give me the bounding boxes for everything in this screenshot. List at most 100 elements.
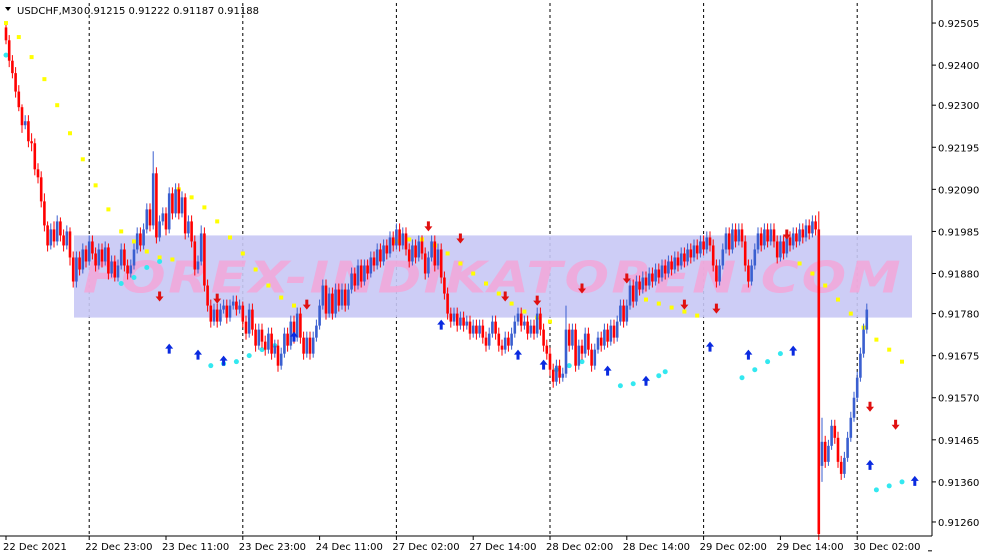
candle: [481, 319, 485, 344]
candle-body: [193, 241, 197, 270]
buy-arrow-icon: [642, 375, 650, 386]
upper-dot: [407, 237, 412, 242]
candle-body: [545, 345, 549, 354]
candle-body: [155, 173, 158, 238]
price-tick-label: 0.92300: [938, 101, 979, 112]
buy-arrow-icon: [910, 475, 919, 486]
candle-body: [788, 237, 792, 246]
lower-dot: [752, 367, 758, 373]
candle: [561, 367, 565, 382]
lower-dot: [118, 281, 124, 287]
upper-dot: [55, 103, 60, 108]
candle: [811, 215, 814, 238]
candle: [39, 171, 43, 208]
candle-body: [116, 265, 120, 278]
candle-body: [254, 329, 257, 346]
upper-dot: [445, 251, 450, 256]
price-tick-label: 0.91675: [938, 352, 979, 363]
lower-dot: [873, 487, 879, 493]
candle-body: [612, 325, 616, 338]
time-tick-label: 22 Dec 23:00: [85, 542, 152, 553]
candle-body: [465, 321, 469, 326]
candle: [820, 417, 824, 482]
sell-arrow-icon: [891, 419, 900, 430]
candle-body: [62, 235, 65, 246]
buy-arrow-icon: [789, 345, 798, 356]
candle-body: [539, 313, 542, 330]
buy-arrow-icon: [437, 319, 446, 330]
candle-body: [39, 177, 43, 202]
candle-body: [455, 313, 459, 326]
chart-window[interactable]: FOREX-INDIKATOREN.COM 0.92505 0.92400 0.92…: [0, 0, 987, 555]
upper-dot: [836, 297, 840, 302]
upper-dot: [16, 35, 21, 40]
candle-body: [593, 349, 597, 366]
candle-body: [49, 229, 53, 246]
candle-body: [494, 321, 497, 334]
upper-dot: [4, 21, 8, 26]
candle: [180, 191, 184, 218]
candle-body: [55, 221, 59, 242]
candle-body: [334, 289, 337, 314]
quote-values: 0.91215 0.91222 0.91187 0.91188: [84, 6, 259, 17]
candle-body: [52, 229, 56, 242]
price-tick-label: 0.92505: [938, 19, 979, 30]
candle: [244, 315, 248, 340]
candle-body: [417, 241, 421, 258]
symbol-label: USDCHF,M30: [17, 6, 83, 17]
candle-body: [683, 253, 686, 262]
upper-dot: [42, 77, 47, 82]
candle: [545, 339, 549, 360]
candle-body: [727, 233, 731, 250]
candle-body: [14, 73, 17, 92]
candle: [827, 439, 830, 466]
candle-body: [846, 437, 849, 458]
candle: [567, 323, 571, 352]
candle-body: [817, 229, 821, 534]
candle-body: [142, 229, 145, 246]
candle-body: [411, 245, 414, 262]
candle: [148, 203, 152, 232]
candle-body: [251, 309, 254, 330]
candle-body: [686, 249, 689, 262]
candle-body: [523, 321, 526, 326]
candle-body: [244, 321, 248, 334]
candle: [145, 203, 149, 234]
price-tick-label: 0.91780: [938, 310, 979, 321]
candle: [542, 323, 545, 352]
candle-body: [260, 329, 264, 342]
triangle-down-icon[interactable]: [5, 7, 11, 11]
candle-body: [615, 321, 619, 338]
candle: [36, 163, 40, 184]
candle: [849, 411, 853, 442]
upper-dot: [292, 303, 296, 308]
candle-body: [436, 249, 440, 266]
candle: [571, 323, 574, 350]
candle-body: [401, 233, 405, 246]
candle-body: [654, 269, 657, 282]
candle-body: [577, 345, 581, 366]
candle: [254, 323, 257, 352]
candle-body: [11, 60, 14, 74]
lower-dot: [662, 369, 668, 375]
candle-body: [731, 229, 734, 250]
candle: [612, 319, 616, 344]
lower-dot: [246, 353, 252, 359]
candle-body: [414, 245, 417, 258]
candle-body: [167, 193, 171, 230]
lower-dot: [617, 383, 623, 389]
candle-body: [721, 249, 725, 266]
upper-dot: [240, 251, 245, 256]
candle: [203, 227, 206, 292]
price-tick-label: 0.91570: [938, 394, 979, 405]
candle: [4, 25, 8, 45]
candle-body: [59, 221, 62, 236]
price-chart[interactable]: FOREX-INDIKATOREN.COM 0.925050.924000.92…: [0, 0, 987, 555]
candle-body: [679, 253, 683, 266]
candle: [596, 331, 600, 354]
buy-arrow-icon: [866, 459, 874, 470]
candle-body: [295, 313, 299, 338]
candle-body: [241, 305, 245, 322]
candle-body: [609, 325, 613, 342]
candle-body: [660, 265, 664, 278]
